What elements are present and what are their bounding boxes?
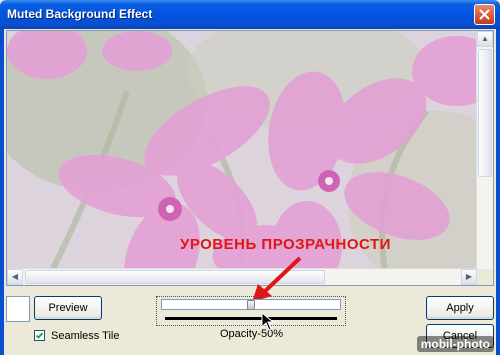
mouse-cursor-icon bbox=[261, 312, 275, 331]
window-frame-left bbox=[0, 29, 4, 355]
window-title: Muted Background Effect bbox=[7, 7, 153, 21]
checkmark-icon bbox=[35, 332, 44, 339]
seamless-tile-checkbox[interactable] bbox=[34, 330, 45, 341]
apply-button[interactable]: Apply bbox=[426, 296, 494, 320]
seamless-tile-label: Seamless Tile bbox=[51, 330, 120, 342]
scroll-right-button[interactable]: ▶ bbox=[461, 269, 477, 285]
vertical-scroll-thumb[interactable] bbox=[478, 49, 492, 177]
color-swatch[interactable] bbox=[6, 296, 30, 322]
title-bar[interactable]: Muted Background Effect bbox=[0, 0, 500, 29]
opacity-slider[interactable] bbox=[156, 296, 346, 326]
watermark: mobil-photo bbox=[416, 336, 494, 352]
close-button[interactable] bbox=[474, 4, 495, 25]
close-icon bbox=[479, 9, 490, 20]
scroll-up-button[interactable]: ▲ bbox=[477, 31, 493, 47]
preview-button[interactable]: Preview bbox=[34, 296, 102, 320]
horizontal-scroll-thumb[interactable] bbox=[25, 270, 325, 284]
window-frame-right bbox=[496, 29, 500, 355]
opacity-slider-track[interactable] bbox=[165, 317, 337, 320]
vertical-scrollbar[interactable]: ▲ bbox=[476, 31, 493, 271]
opacity-slider-thumb[interactable] bbox=[247, 300, 255, 310]
scroll-left-button[interactable]: ◀ bbox=[7, 269, 23, 285]
scrollbar-corner bbox=[477, 269, 493, 285]
horizontal-scrollbar[interactable]: ◀ ▶ bbox=[7, 268, 477, 285]
annotation-label: УРОВЕНЬ ПРОЗРАЧНОСТИ bbox=[180, 236, 391, 253]
